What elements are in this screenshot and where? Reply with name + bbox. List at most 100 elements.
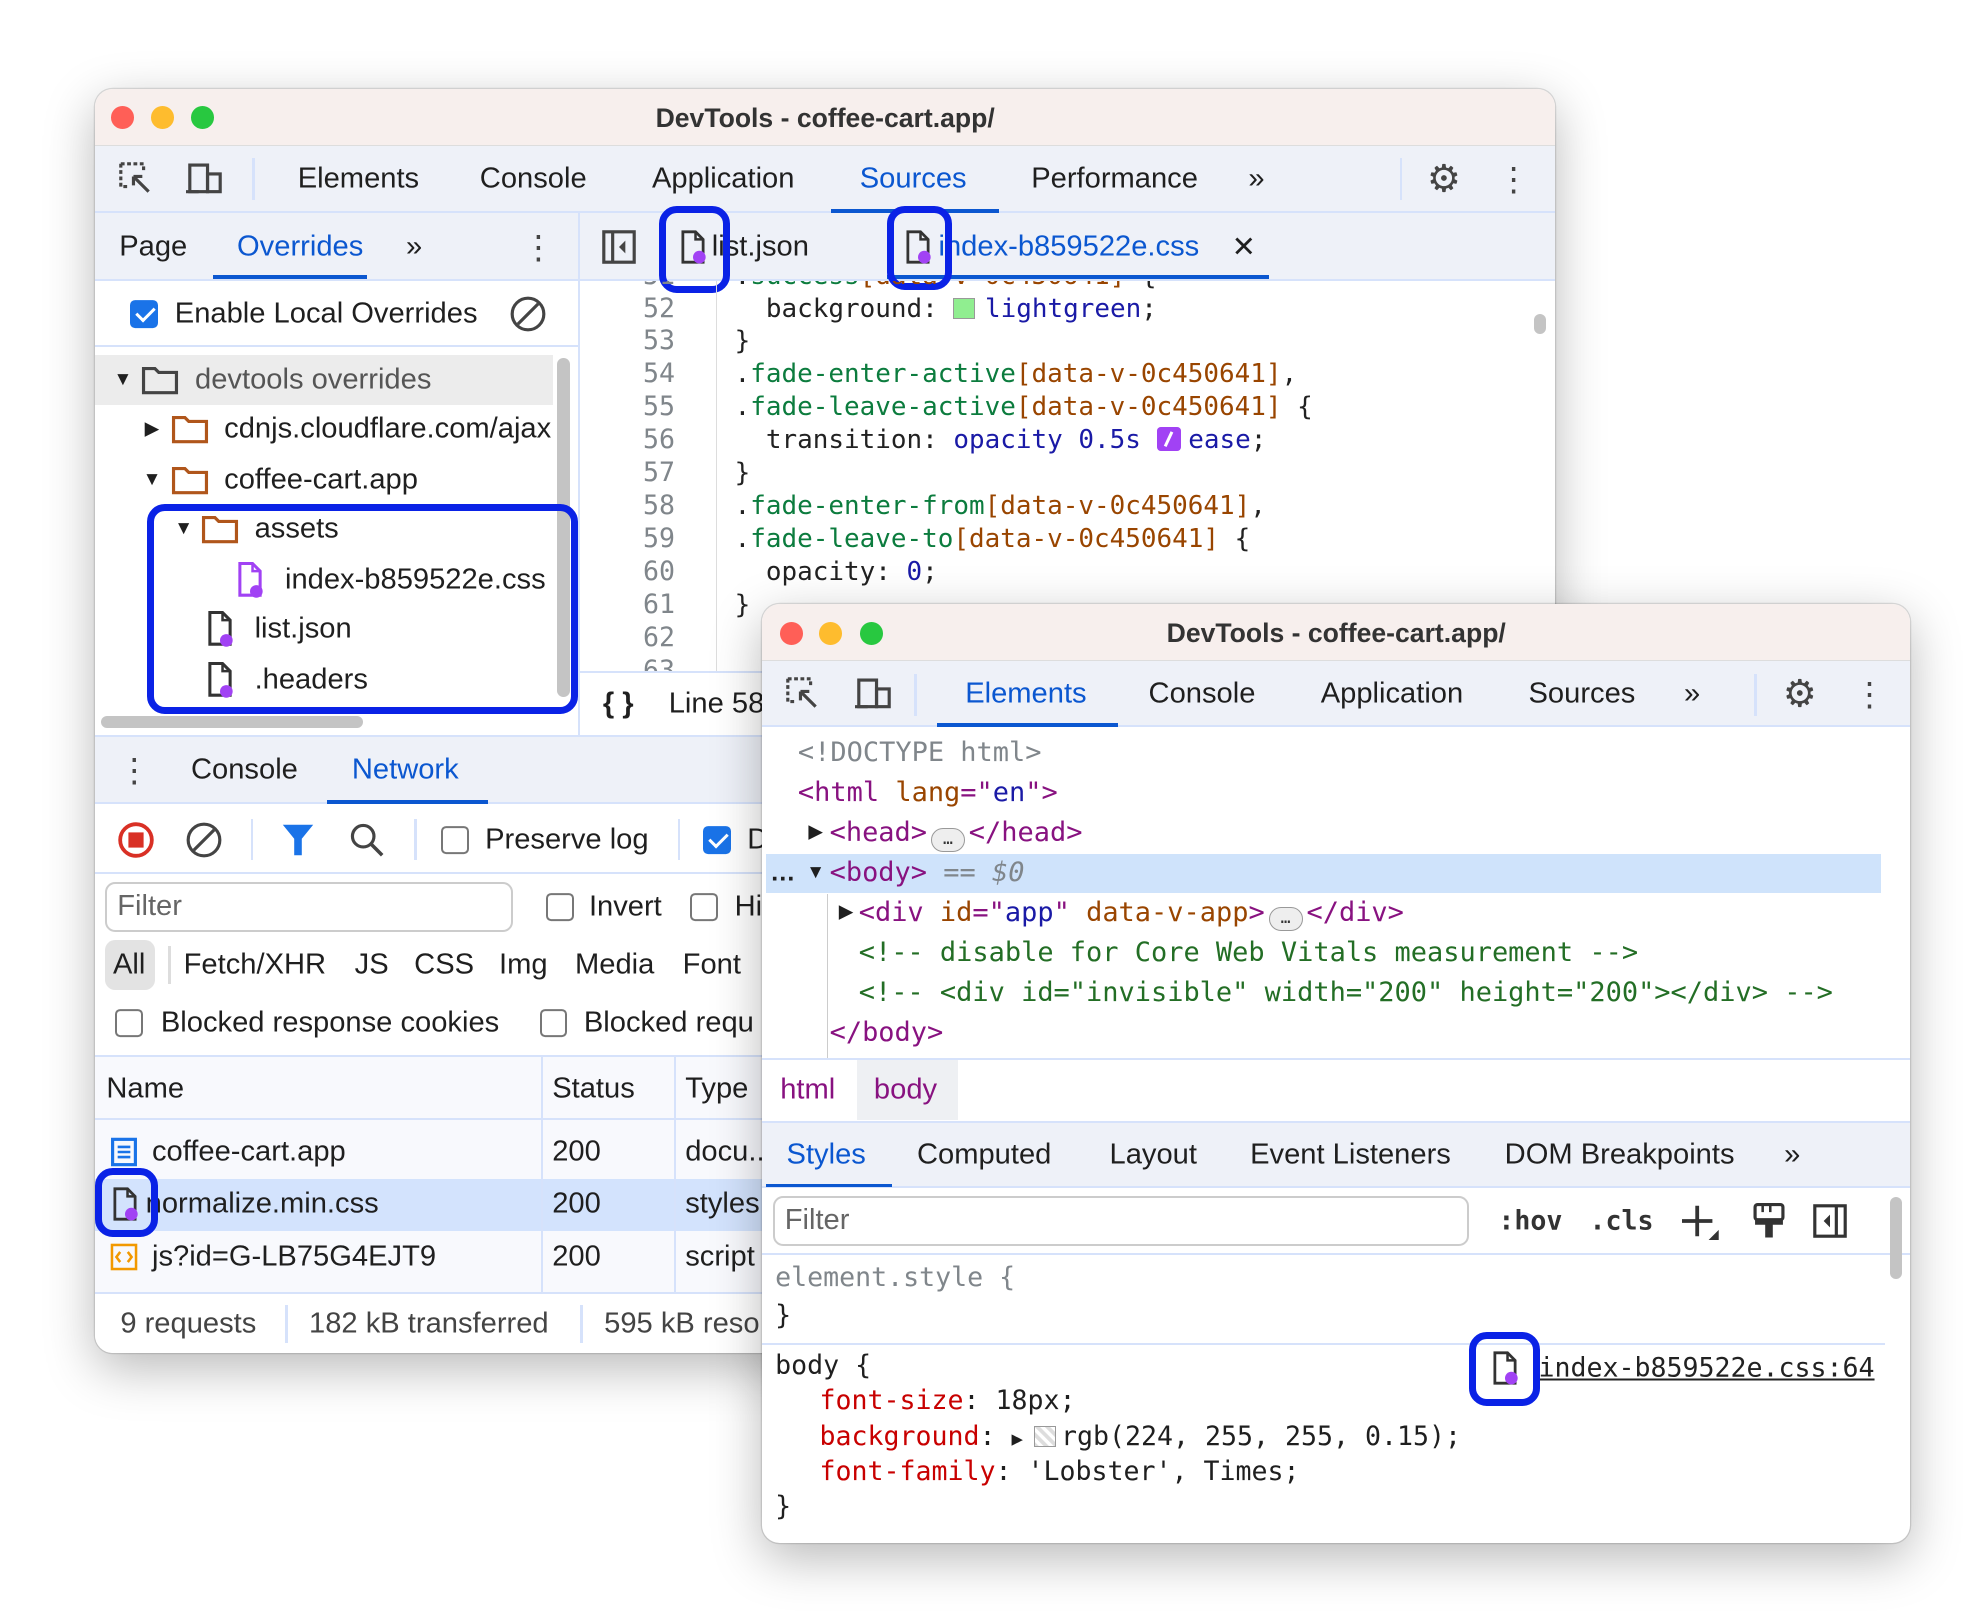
type-filter-css[interactable]: CSS	[414, 949, 474, 982]
color-swatch[interactable]	[1034, 1425, 1056, 1448]
filter-funnel-icon[interactable]	[281, 822, 314, 857]
line-number[interactable]: 59	[580, 523, 675, 556]
column-divider[interactable]	[540, 1057, 544, 1294]
expand-ellipsis-button[interactable]: …	[930, 827, 965, 852]
breadcrumb-html[interactable]: html	[780, 1073, 835, 1106]
dom-node[interactable]: <!-- <div id="invisible" width="200" hei…	[762, 973, 1833, 1013]
more-tabs-icon[interactable]: »	[1248, 162, 1264, 195]
color-swatch[interactable]	[953, 297, 975, 320]
code-line[interactable]: 55 .fade-leave-active[data-v-0c450641] {	[580, 391, 1543, 424]
close-tab-icon[interactable]: ✕	[1232, 229, 1256, 264]
editor-scrollbar[interactable]	[1533, 314, 1547, 335]
property-value[interactable]: rgb(224, 255, 255, 0.15);	[1061, 1421, 1461, 1452]
settings-gear-icon[interactable]: ⚙	[1783, 672, 1817, 717]
editor-tab-index-css[interactable]: index-b859522e.css	[939, 230, 1200, 263]
device-toolbar-icon[interactable]	[185, 161, 226, 196]
tab-computed[interactable]: Computed	[917, 1138, 1051, 1171]
code-line[interactable]: 59 .fade-leave-to[data-v-0c450641] {	[580, 523, 1543, 556]
body-rule-selector[interactable]: body {	[775, 1350, 871, 1381]
dom-node[interactable]: </body>	[762, 1013, 1832, 1053]
type-filter-img[interactable]: Img	[499, 949, 548, 982]
line-number[interactable]: 53	[580, 325, 675, 358]
dom-node[interactable]: <body> == $0	[762, 853, 1832, 893]
more-tabs-icon[interactable]: »	[406, 230, 422, 263]
invert-checkbox[interactable]	[545, 892, 574, 921]
tab-styles[interactable]: Styles	[787, 1138, 866, 1171]
more-options-kebab-icon[interactable]: ⋮	[1853, 675, 1886, 714]
new-style-rule-icon[interactable]	[1681, 1202, 1722, 1240]
tab-console[interactable]: Console	[480, 162, 587, 195]
tab-elements[interactable]: Elements	[298, 162, 419, 195]
drawer-menu-kebab-icon[interactable]: ⋮	[118, 750, 151, 789]
expand-arrow-icon[interactable]: ▼	[113, 369, 132, 391]
column-header-status[interactable]: Status	[552, 1072, 635, 1105]
settings-gear-icon[interactable]: ⚙	[1427, 156, 1461, 201]
type-filter-js[interactable]: JS	[355, 949, 389, 982]
line-number[interactable]: 51	[580, 281, 675, 292]
drawer-tab-console[interactable]: Console	[191, 753, 298, 786]
property-value[interactable]: 'Lobster', Times;	[1027, 1456, 1299, 1487]
line-number[interactable]: 63	[580, 655, 675, 672]
rendering-emulation-paint-icon[interactable]	[1753, 1202, 1786, 1240]
blocked-requests-checkbox[interactable]	[539, 1009, 568, 1038]
code-line[interactable]: 57}	[580, 457, 1543, 490]
stop-recording-icon[interactable]	[117, 821, 155, 859]
enable-local-overrides-checkbox[interactable]	[130, 300, 159, 329]
property-name[interactable]: font-family	[819, 1456, 995, 1487]
dom-node[interactable]: <html lang="en">	[762, 773, 1832, 813]
toggle-hover-state-button[interactable]: :hov	[1498, 1205, 1562, 1236]
more-tabs-icon[interactable]: »	[1784, 1138, 1800, 1171]
tab-sources[interactable]: Sources	[860, 162, 967, 195]
line-number[interactable]: 58	[580, 490, 675, 523]
property-name[interactable]: font-size	[819, 1385, 963, 1416]
tab-application[interactable]: Application	[1321, 678, 1463, 711]
tree-item-coffee-cart[interactable]: ▼ coffee-cart.app	[95, 455, 554, 506]
expand-ellipsis-button[interactable]: …	[1268, 907, 1303, 932]
column-divider[interactable]	[673, 1057, 677, 1294]
dom-node[interactable]: <!-- disable for Core Web Vitals measure…	[762, 933, 1832, 973]
tab-dom-breakpoints[interactable]: DOM Breakpoints	[1505, 1138, 1735, 1171]
clear-log-icon[interactable]	[185, 821, 223, 859]
expand-shorthand-arrow-icon[interactable]: ▶	[1011, 1428, 1034, 1450]
dom-node[interactable]: <!DOCTYPE html>	[762, 733, 1832, 773]
more-options-kebab-icon[interactable]: ⋮	[1497, 159, 1530, 198]
code-line[interactable]: 51.success[data-v-0c450641] {	[580, 281, 1543, 292]
more-options-kebab-icon[interactable]: ⋮	[522, 227, 555, 266]
type-filter-font[interactable]: Font	[683, 949, 741, 982]
device-toolbar-icon[interactable]	[854, 676, 895, 711]
tree-item-devtools-overrides[interactable]: ▼ devtools overrides	[94, 354, 554, 406]
tab-console[interactable]: Console	[1149, 678, 1256, 711]
code-line[interactable]: 54 .fade-enter-active[data-v-0c450641],	[580, 358, 1543, 391]
line-number[interactable]: 61	[580, 589, 675, 622]
property-name[interactable]: background	[819, 1421, 979, 1452]
tree-item-cdnjs[interactable]: ▶ cdnjs.cloudflare.com/ajax	[95, 404, 554, 455]
inspect-element-icon[interactable]	[117, 160, 155, 198]
dom-node[interactable]: <div id="app" data-v-app>… </div>	[762, 893, 1832, 933]
tab-performance[interactable]: Performance	[1031, 162, 1198, 195]
pretty-print-button[interactable]: { }	[603, 687, 634, 720]
styles-scrollbar[interactable]	[1889, 1196, 1903, 1280]
column-header-type[interactable]: Type	[685, 1072, 748, 1105]
easing-editor-icon[interactable]	[1156, 426, 1181, 451]
line-number[interactable]: 54	[580, 358, 675, 391]
tab-page[interactable]: Page	[119, 230, 187, 263]
toggle-navigator-icon[interactable]	[602, 229, 637, 264]
expand-arrow-icon[interactable]: ▼	[143, 469, 162, 491]
line-number[interactable]: 56	[580, 424, 675, 457]
inspect-element-icon[interactable]	[784, 675, 822, 713]
tab-event-listeners[interactable]: Event Listeners	[1250, 1138, 1451, 1171]
blocked-cookies-checkbox[interactable]	[115, 1009, 144, 1038]
more-tabs-icon[interactable]: »	[1684, 678, 1700, 711]
navigator-horizontal-scrollbar[interactable]	[101, 715, 364, 729]
tab-sources[interactable]: Sources	[1529, 678, 1636, 711]
code-line[interactable]: 52 background: lightgreen;	[580, 293, 1543, 326]
hide-data-urls-checkbox[interactable]	[690, 892, 719, 921]
line-number[interactable]: 60	[580, 556, 675, 589]
line-number[interactable]: 52	[580, 293, 675, 326]
column-header-name[interactable]: Name	[106, 1072, 184, 1105]
type-filter-media[interactable]: Media	[575, 949, 654, 982]
line-number[interactable]: 62	[580, 622, 675, 655]
drawer-tab-network[interactable]: Network	[352, 753, 459, 786]
preserve-log-checkbox[interactable]	[440, 825, 469, 854]
line-number[interactable]: 55	[580, 391, 675, 424]
